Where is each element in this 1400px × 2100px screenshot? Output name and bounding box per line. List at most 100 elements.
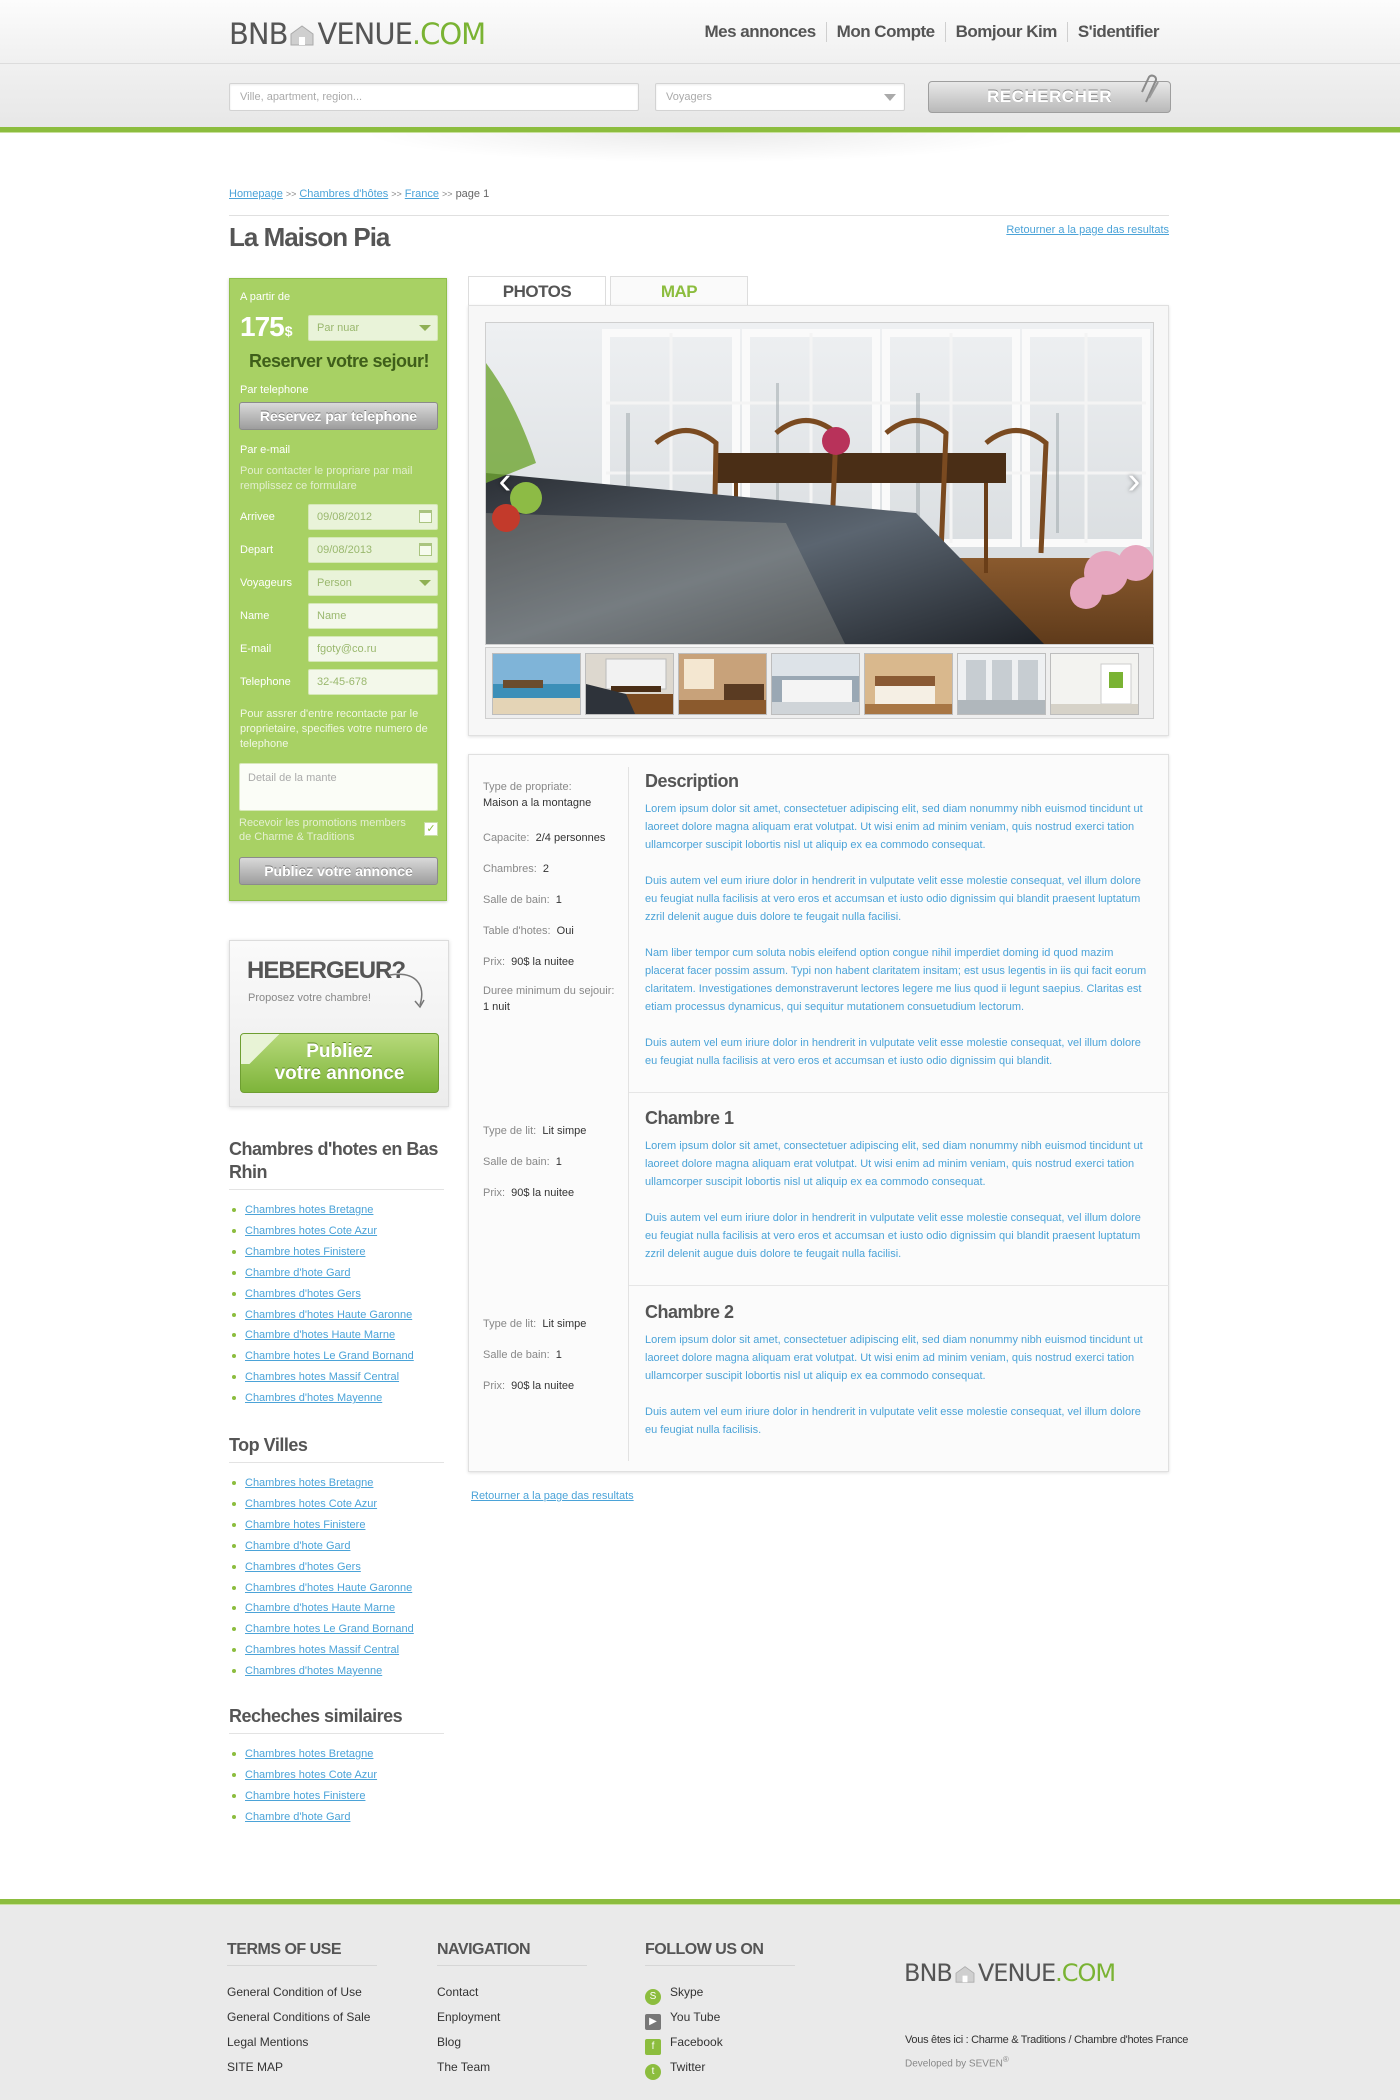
promo-checkbox[interactable]: ✓ [424, 822, 438, 836]
footer-link[interactable]: SITE MAP [227, 2055, 377, 2080]
sidebar-link[interactable]: Chambre d'hotes Haute Marne [245, 1602, 395, 1614]
tab-map[interactable]: MAP [610, 276, 748, 306]
description-title: Description [645, 771, 739, 791]
sidebar-link[interactable]: Chambre hotes Le Grand Bornand [245, 1350, 414, 1362]
nav-user-greeting[interactable]: Bomjour Kim [944, 22, 1067, 42]
room1-price-value: 90$ la nuitee [511, 1187, 575, 1199]
sidebar-list-item: Chambres hotes Cote Azur [229, 1221, 444, 1242]
search-button[interactable]: RECHERCHER [928, 74, 1171, 113]
tab-photos[interactable]: PHOTOS [468, 276, 606, 306]
sidebar-link[interactable]: Chambres hotes Massif Central [245, 1371, 399, 1383]
sidebar-link[interactable]: Chambres d'hotes Mayenne [245, 1665, 382, 1677]
arrival-date-field[interactable]: 09/08/2012 [308, 504, 438, 530]
back-to-results-link-bottom[interactable]: Retourner a la page das resultats [471, 1490, 634, 1502]
sidebar-link[interactable]: Chambres hotes Bretagne [245, 1477, 373, 1489]
footer-social-skype[interactable]: S Skype [645, 1980, 795, 2005]
telephone-field[interactable]: 32-45-678 [308, 669, 438, 695]
footer-social-facebook[interactable]: f Facebook [645, 2030, 795, 2055]
email-field[interactable]: fgoty@co.ru [308, 636, 438, 662]
main-photo[interactable]: ‹ › [485, 322, 1154, 645]
name-field[interactable]: Name [308, 603, 438, 629]
reserve-by-phone-button[interactable]: Reservez par telephone [239, 402, 438, 430]
email-note: Pour contacter le propriare par mail rem… [240, 465, 413, 492]
room2-bed-value: Lit simpe [542, 1318, 587, 1330]
sidebar-list-item: Chambre d'hotes Haute Marne [229, 1598, 444, 1619]
sidebar-link[interactable]: Chambre hotes Le Grand Bornand [245, 1623, 414, 1635]
thumbnail-4[interactable] [771, 653, 860, 715]
price-currency: $ [284, 323, 293, 339]
search-location-input[interactable]: Ville, apartment, region... [229, 83, 639, 111]
sidebar-link[interactable]: Chambres hotes Bretagne [245, 1204, 373, 1216]
sidebar-link[interactable]: Chambre hotes Finistere [245, 1246, 365, 1258]
thumbnail-1[interactable] [492, 653, 581, 715]
sidebar-link[interactable]: Chambres d'hotes Gers [245, 1561, 361, 1573]
publish-listing-button[interactable]: Publiez votre annonce [239, 857, 438, 885]
sidebar-link[interactable]: Chambres d'hotes Gers [245, 1288, 361, 1300]
breadcrumb-separator: >> [285, 189, 297, 199]
sidebar-link[interactable]: Chambres hotes Bretagne [245, 1748, 373, 1760]
email-field-label: E-mail [240, 643, 272, 655]
calendar-icon[interactable] [419, 543, 432, 556]
footer-link[interactable]: The Team [437, 2055, 587, 2080]
footer-link[interactable]: General Conditions of Sale [227, 2005, 377, 2030]
footer-link[interactable]: General Condition of Use [227, 1980, 377, 2005]
sidebar-list-item: Chambre hotes Finistere [229, 1515, 444, 1536]
section-divider [629, 1092, 1169, 1093]
footer-logo-com: .COM [1055, 1959, 1116, 1987]
footer-link[interactable]: Enployment [437, 2005, 587, 2030]
breadcrumb-chambres[interactable]: Chambres d'hôtes [299, 188, 388, 200]
footer-social-youtube[interactable]: ▶ You Tube [645, 2005, 795, 2030]
footer-logo[interactable]: BNB VENUE.COM [904, 1959, 1116, 1987]
per-night-select[interactable]: Par nuar [308, 315, 438, 341]
guests-value: Person [317, 577, 352, 589]
sidebar-link[interactable]: Chambres hotes Cote Azur [245, 1225, 377, 1237]
sidebar-link[interactable]: Chambres d'hotes Haute Garonne [245, 1309, 412, 1321]
calendar-icon[interactable] [419, 510, 432, 523]
room1-bath: Salle de bain: 1 [483, 1154, 562, 1170]
footer-link[interactable]: Legal Mentions [227, 2030, 377, 2055]
gallery-prev-arrow[interactable]: ‹ [490, 462, 520, 503]
footer-accent-line [0, 1899, 1400, 1905]
footer-link[interactable]: Contact [437, 1980, 587, 2005]
sidebar-link[interactable]: Chambre d'hote Gard [245, 1811, 350, 1823]
sidebar-link[interactable]: Chambre d'hote Gard [245, 1267, 350, 1279]
social-label: Facebook [670, 2035, 723, 2049]
thumbnail-7[interactable] [1050, 653, 1139, 715]
footer-link[interactable]: Blog [437, 2030, 587, 2055]
thumbnail-2[interactable] [585, 653, 674, 715]
details-textarea[interactable]: Detail de la mante [239, 763, 438, 811]
nav-login[interactable]: S'identifier [1066, 22, 1169, 42]
sidebar-link[interactable]: Chambres hotes Cote Azur [245, 1498, 377, 1510]
thumbnail-6[interactable] [957, 653, 1046, 715]
footer-social-twitter[interactable]: t Twitter [645, 2055, 795, 2080]
sidebar-link[interactable]: Chambre d'hote Gard [245, 1540, 350, 1552]
description-paragraph: Duis autem vel eum iriure dolor in hendr… [645, 1037, 1141, 1067]
spec-table-label: Table d'hotes: [483, 925, 551, 937]
sidebar-link[interactable]: Chambres d'hotes Haute Garonne [245, 1582, 412, 1594]
skype-icon: S [645, 1989, 661, 2005]
departure-date-field[interactable]: 09/08/2013 [308, 537, 438, 563]
sidebar-link[interactable]: Chambre d'hotes Haute Marne [245, 1329, 395, 1341]
photo-gallery: ‹ › [468, 305, 1169, 736]
search-guests-select[interactable]: Voyagers [655, 83, 905, 111]
sidebar-link[interactable]: Chambres d'hotes Mayenne [245, 1392, 382, 1404]
sidebar-link[interactable]: Chambres hotes Cote Azur [245, 1769, 377, 1781]
social-label: You Tube [670, 2010, 721, 2024]
host-title: HEBERGEUR? [247, 957, 406, 984]
sidebar-link[interactable]: Chambres hotes Massif Central [245, 1644, 399, 1656]
thumbnail-5[interactable] [864, 653, 953, 715]
thumbnail-3[interactable] [678, 653, 767, 715]
spec-rooms-label: Chambres: [483, 863, 537, 875]
back-to-results-link[interactable]: Retourner a la page das resultats [1006, 224, 1169, 236]
guests-select[interactable]: Person [308, 570, 438, 596]
breadcrumb-home[interactable]: Homepage [229, 188, 283, 200]
room2-title: Chambre 2 [645, 1302, 734, 1322]
gallery-next-arrow[interactable]: › [1119, 462, 1149, 503]
nav-mes-annonces[interactable]: Mes annonces [695, 22, 826, 42]
host-publish-button[interactable]: Publiez votre annonce [240, 1033, 439, 1093]
nav-mon-compte[interactable]: Mon Compte [825, 22, 945, 42]
site-logo[interactable]: BNB VENUE.COM [229, 17, 486, 51]
breadcrumb-france[interactable]: France [405, 188, 439, 200]
sidebar-link[interactable]: Chambre hotes Finistere [245, 1790, 365, 1802]
sidebar-link[interactable]: Chambre hotes Finistere [245, 1519, 365, 1531]
